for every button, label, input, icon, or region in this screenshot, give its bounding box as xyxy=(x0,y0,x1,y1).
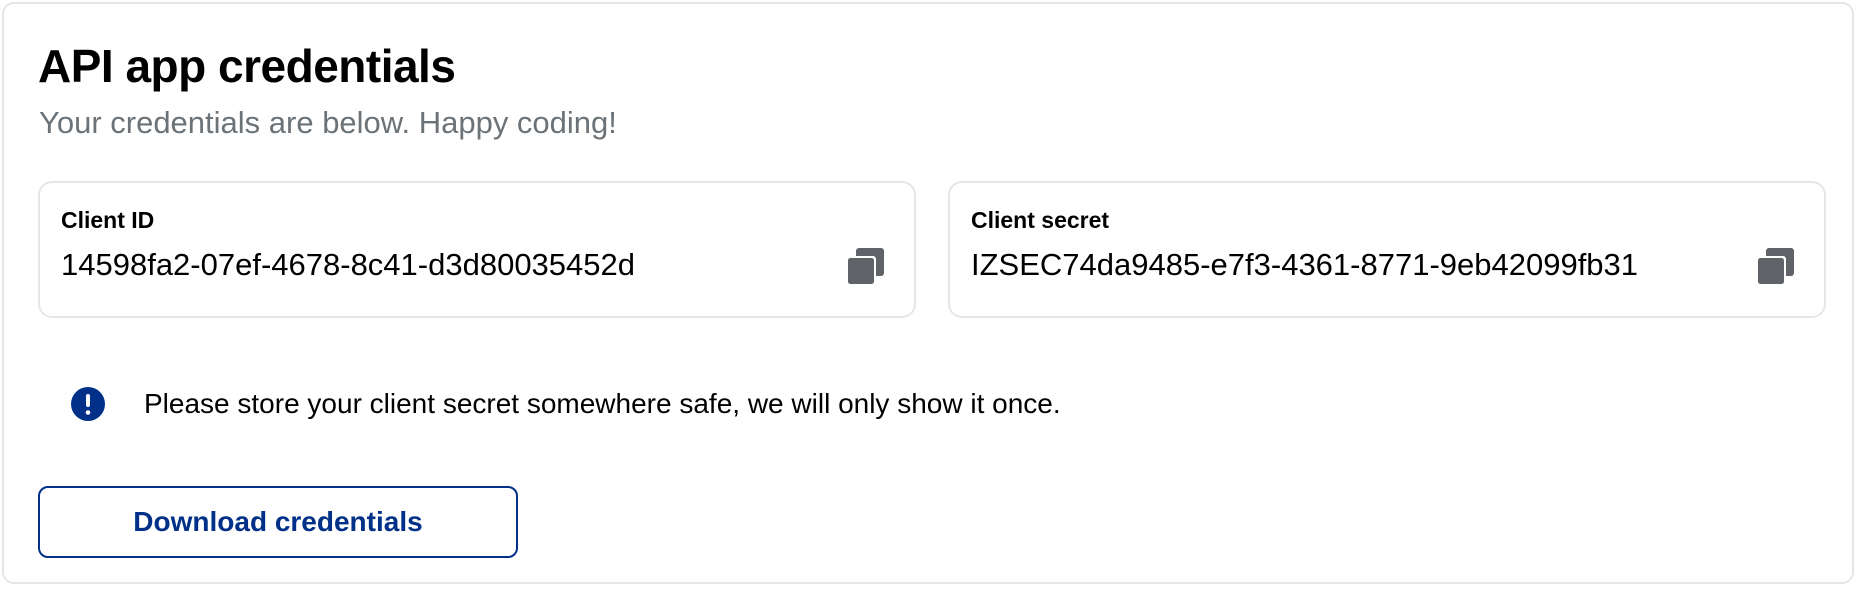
secret-notice: Please store your client secret somewher… xyxy=(70,384,1061,424)
exclamation-circle-icon xyxy=(71,387,105,421)
notice-text: Please store your client secret somewher… xyxy=(144,388,1061,419)
copy-client-secret-button[interactable] xyxy=(1754,245,1798,289)
copy-client-id-button[interactable] xyxy=(844,245,888,289)
credentials-card: API app credentials Your credentials are… xyxy=(2,2,1854,584)
client-secret-value[interactable]: IZSEC74da9485-e7f3-4361-8771-9eb42099fb3… xyxy=(971,245,1638,285)
page-title: API app credentials xyxy=(38,40,456,92)
client-id-value[interactable]: 14598fa2-07ef-4678-8c41-d3d80035452d xyxy=(61,245,635,285)
page-subtitle: Your credentials are below. Happy coding… xyxy=(39,105,617,140)
download-credentials-button[interactable]: Download credentials xyxy=(38,486,518,558)
copy-icon xyxy=(846,248,884,286)
client-id-box: Client ID 14598fa2-07ef-4678-8c41-d3d800… xyxy=(38,181,916,318)
copy-icon xyxy=(1756,248,1794,286)
client-id-label: Client ID xyxy=(61,207,155,233)
client-secret-box: Client secret IZSEC74da9485-e7f3-4361-87… xyxy=(948,181,1826,318)
client-secret-label: Client secret xyxy=(971,207,1110,233)
